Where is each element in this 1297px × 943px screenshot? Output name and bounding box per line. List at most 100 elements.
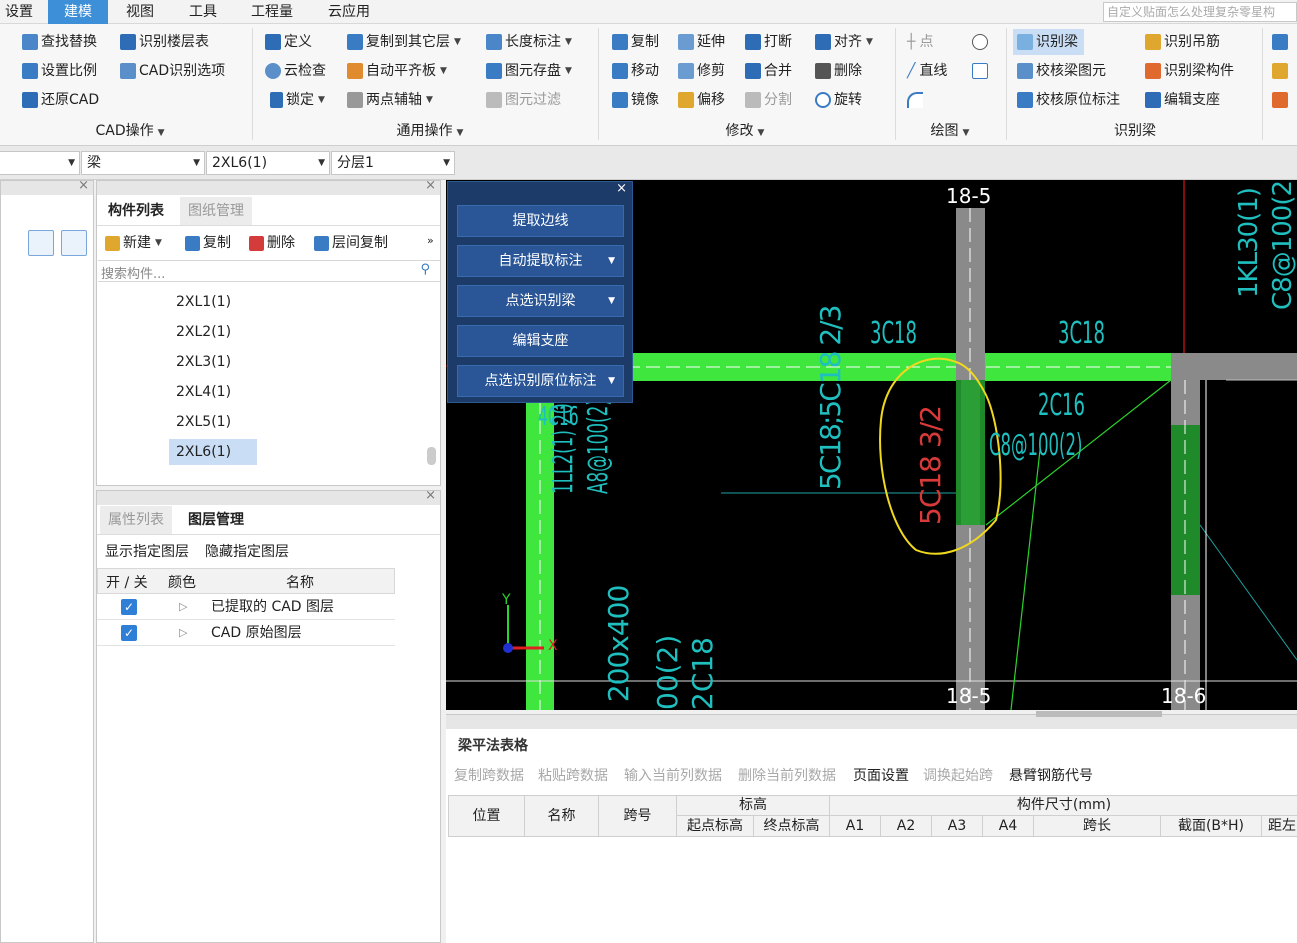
floor-select[interactable]: ▼ [0, 151, 80, 175]
auto-flat-button[interactable]: 自动平齐板 ▼ [347, 60, 447, 82]
close-icon[interactable]: × [425, 178, 436, 193]
delete-member-button[interactable]: 删除 [249, 232, 295, 254]
copy-member-button[interactable]: 复制 [185, 232, 231, 254]
general-group-label[interactable]: 通用操作 ▼ [360, 120, 500, 140]
swap-start-span-button[interactable]: 调换起始跨 [923, 765, 993, 787]
more-icon[interactable] [1272, 89, 1291, 111]
offset-button[interactable]: 偏移 [678, 89, 725, 111]
list-item[interactable]: 2XL3(1) [169, 349, 257, 375]
close-icon[interactable]: × [78, 178, 89, 193]
scrollbar[interactable] [427, 447, 436, 465]
show-layer-link[interactable]: 显示指定图层 [105, 541, 189, 561]
delete-column-button[interactable]: 删除当前列数据 [738, 765, 836, 787]
point-button[interactable]: ┼ 点 [907, 31, 933, 53]
search-icon[interactable]: ⚲ [420, 262, 430, 277]
break-button[interactable]: 打断 [745, 31, 792, 53]
restore-cad-button[interactable]: 还原CAD [22, 89, 99, 111]
list-item[interactable]: 2XL2(1) [169, 319, 257, 345]
search-member-input[interactable]: 搜索构件... ⚲ [98, 260, 440, 282]
paste-span-button[interactable]: 粘贴跨数据 [538, 765, 608, 787]
expand-icon[interactable]: ▷ [179, 620, 187, 646]
list-view-icon[interactable] [28, 230, 54, 256]
two-point-axis-button[interactable]: 两点辅轴 ▼ [347, 89, 433, 111]
extract-edge-button[interactable]: 提取边线 [457, 205, 624, 237]
floor-copy-button[interactable]: 层间复制 [314, 232, 388, 254]
table-row[interactable]: ✓ ▷ CAD 原始图层 [97, 620, 395, 646]
sublayer-select[interactable]: 分层1 ▼ [331, 151, 455, 175]
splitter-handle[interactable] [1036, 711, 1162, 717]
cloud-check-button[interactable]: 云检查 [265, 60, 326, 82]
click-identify-beam-button[interactable]: 点选识别梁 ▼ [457, 285, 624, 317]
member-select[interactable]: 2XL6(1) ▼ [206, 151, 330, 175]
menu-cloud[interactable]: 云应用 [316, 0, 382, 24]
search-input[interactable]: 自定义贴面怎么处理复杂零星构 [1103, 2, 1297, 22]
check-annotation-button[interactable]: 校核原位标注 [1017, 89, 1120, 111]
close-icon[interactable]: × [616, 181, 627, 196]
move-button[interactable]: 移动 [612, 60, 659, 82]
modify-group-label[interactable]: 修改 ▼ [690, 120, 800, 140]
extend-button[interactable]: 延伸 [678, 31, 725, 53]
find-replace-button[interactable]: 查找替换 [22, 31, 97, 53]
tab-properties[interactable]: 属性列表 [100, 506, 172, 534]
table-row[interactable]: ✓ ▷ 已提取的 CAD 图层 [97, 594, 395, 620]
tab-drawing-management[interactable]: 图纸管理 [180, 197, 252, 225]
list-item[interactable]: 2XL4(1) [169, 379, 257, 405]
input-column-button[interactable]: 输入当前列数据 [624, 765, 722, 787]
draw-group-label[interactable]: 绘图 ▼ [910, 120, 990, 140]
cantilever-code-button[interactable]: 悬臂钢筋代号 [1009, 765, 1093, 787]
copy-button[interactable]: 复制 [612, 31, 659, 53]
menu-modeling[interactable]: 建模 [48, 0, 108, 24]
close-icon[interactable]: × [425, 488, 436, 503]
menu-quantity[interactable]: 工程量 [242, 0, 302, 24]
list-item[interactable]: 2XL1(1) [169, 289, 257, 315]
more-icon[interactable]: » [427, 234, 434, 247]
split-button[interactable]: 分割 [745, 89, 792, 111]
hide-layer-link[interactable]: 隐藏指定图层 [205, 541, 289, 561]
identify-hanger-button[interactable]: 识别吊筋 [1145, 31, 1220, 53]
new-button[interactable]: 新建 ▼ [105, 232, 162, 254]
edit-support-float-button[interactable]: 编辑支座 [457, 325, 624, 357]
rect-button[interactable] [972, 60, 991, 82]
save-element-button[interactable]: 图元存盘 ▼ [486, 60, 572, 82]
define-button[interactable]: 定义 [265, 31, 312, 53]
length-dim-button[interactable]: 长度标注 ▼ [486, 31, 572, 53]
expand-icon[interactable]: ▷ [179, 594, 187, 620]
menu-tools[interactable]: 工具 [178, 0, 228, 24]
card-view-icon[interactable] [61, 230, 87, 256]
menu-settings[interactable]: 设置 [0, 0, 38, 24]
align-button[interactable]: 对齐 ▼ [815, 31, 873, 53]
rotate-button[interactable]: 旋转 [815, 89, 862, 111]
filter-button[interactable]: 图元过滤 [486, 89, 561, 111]
identify-beam-button[interactable]: 识别梁 [1013, 29, 1084, 55]
merge-button[interactable]: 合并 [745, 60, 792, 82]
checkbox[interactable]: ✓ [121, 599, 137, 615]
identify-floor-table-button[interactable]: 识别楼层表 [120, 31, 209, 53]
identify-beam-member-button[interactable]: 识别梁构件 [1145, 60, 1234, 82]
tab-member-list[interactable]: 构件列表 [100, 197, 172, 225]
more-icon[interactable] [1272, 31, 1291, 53]
cad-options-button[interactable]: CAD识别选项 [120, 60, 225, 82]
page-setup-button[interactable]: 页面设置 [853, 765, 909, 787]
tab-layer-management[interactable]: 图层管理 [180, 506, 252, 534]
copy-to-floor-button[interactable]: 复制到其它层 ▼ [347, 31, 461, 53]
trim-button[interactable]: 修剪 [678, 60, 725, 82]
checkbox[interactable]: ✓ [121, 625, 137, 641]
edit-support-button[interactable]: 编辑支座 [1145, 89, 1220, 111]
list-item-selected[interactable]: 2XL6(1) [169, 439, 257, 465]
set-scale-button[interactable]: 设置比例 [22, 60, 97, 82]
check-beam-button[interactable]: 校核梁图元 [1017, 60, 1106, 82]
copy-span-button[interactable]: 复制跨数据 [454, 765, 524, 787]
type-select[interactable]: 梁 ▼ [81, 151, 205, 175]
mirror-button[interactable]: 镜像 [612, 89, 659, 111]
auto-extract-label-button[interactable]: 自动提取标注 ▼ [457, 245, 624, 277]
lock-button[interactable]: 锁定 ▼ [270, 89, 325, 111]
circle-button[interactable] [972, 31, 991, 53]
list-item[interactable]: 2XL5(1) [169, 409, 257, 435]
more-icon[interactable] [1272, 60, 1291, 82]
cad-group-label[interactable]: CAD操作 ▼ [60, 120, 200, 140]
menu-view[interactable]: 视图 [116, 0, 164, 24]
line-button[interactable]: ╱ 直线 [907, 60, 947, 82]
delete-button[interactable]: 删除 [815, 60, 862, 82]
arc-button[interactable] [907, 89, 926, 111]
click-identify-annotation-button[interactable]: 点选识别原位标注 ▼ [457, 365, 624, 397]
